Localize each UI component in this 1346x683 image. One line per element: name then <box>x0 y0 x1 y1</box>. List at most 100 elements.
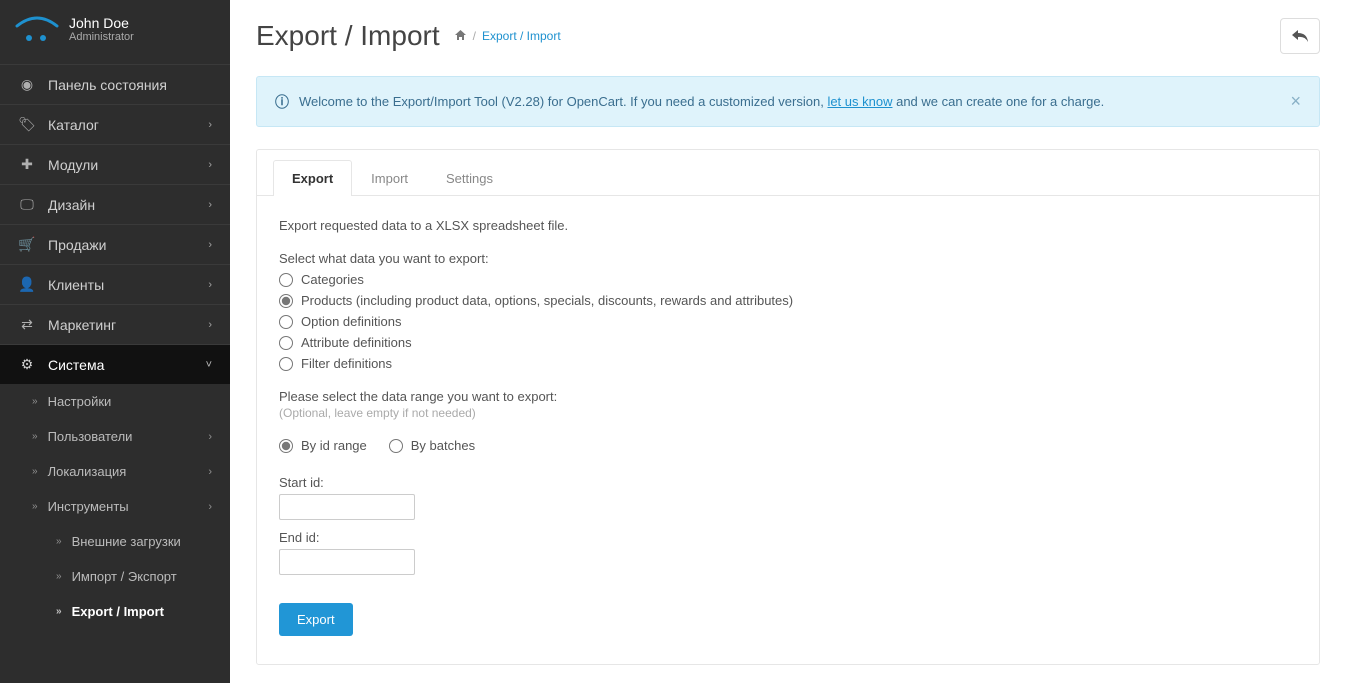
sidebar-item-3[interactable]: 🖵 Дизайн› <box>0 184 230 224</box>
chevron-right-icon: › <box>208 119 212 131</box>
export-option-0: Categories <box>279 272 1297 287</box>
bullet-icon: » <box>32 501 38 512</box>
subsub-item-0[interactable]: » Внешние загрузки <box>0 524 230 559</box>
export-option-radio-0[interactable] <box>279 273 293 287</box>
export-option-radio-2[interactable] <box>279 315 293 329</box>
end-id-input[interactable] <box>279 549 415 575</box>
dashboard-icon: ◉ <box>18 76 36 93</box>
submenu-item-1[interactable]: »Пользователи› <box>0 419 230 454</box>
alert-link[interactable]: let us know <box>827 94 892 109</box>
export-button[interactable]: Export <box>279 603 353 636</box>
user-block: John Doe Administrator <box>69 15 134 43</box>
subsub-label: Внешние загрузки <box>72 534 181 549</box>
sidebar-item-4[interactable]: 🛒Продажи› <box>0 224 230 264</box>
sidebar-item-label: Каталог <box>48 117 208 133</box>
export-option-label: Categories <box>301 272 364 287</box>
export-intro: Export requested data to a XLSX spreadsh… <box>279 218 1297 233</box>
export-options: Categories Products (including product da… <box>279 272 1297 371</box>
sidebar-item-0[interactable]: ◉ Панель состояния <box>0 64 230 104</box>
chevron-right-icon: › <box>208 159 212 171</box>
sidebar-header: John Doe Administrator <box>0 0 230 64</box>
export-option-1: Products (including product data, option… <box>279 293 1297 308</box>
sidebar-item-2[interactable]: ✚Модули› <box>0 144 230 184</box>
subsub-item-1[interactable]: »Импорт / Экспорт <box>0 559 230 594</box>
submenu-item-3[interactable]: »Инструменты› <box>0 489 230 524</box>
end-id-group: End id: <box>279 530 1297 575</box>
info-icon: ⓘ <box>275 92 289 112</box>
submenu-item-2[interactable]: »Локализация› <box>0 454 230 489</box>
main-menu: ◉Панель состояния🏷Каталог›✚Модули›🖵Дизай… <box>0 64 230 629</box>
range-mode-radio-0[interactable] <box>279 439 293 453</box>
bullet-icon: » <box>32 396 38 407</box>
page-header: Export / Import / Export / Import <box>256 18 1320 54</box>
sidebar-item-label: Маркетинг <box>48 317 208 333</box>
subsub-item-2[interactable]: » Export / Import <box>0 594 230 629</box>
export-option-4: Filter definitions <box>279 356 1297 371</box>
bullet-icon: » <box>56 606 62 617</box>
bullet-icon: » <box>32 431 38 442</box>
page-title: Export / Import <box>256 20 440 52</box>
sidebar-item-1[interactable]: 🏷 Каталог› <box>0 104 230 144</box>
export-option-label: Products (including product data, option… <box>301 293 793 308</box>
panel-body: Export requested data to a XLSX spreadsh… <box>257 196 1319 664</box>
tab-import[interactable]: Import <box>352 160 427 196</box>
sidebar-item-label: Панель состояния <box>48 77 212 93</box>
start-id-input[interactable] <box>279 494 415 520</box>
tabs: ExportImportSettings <box>257 150 1319 196</box>
sidebar-item-7[interactable]: ⚙ Система˅ <box>0 344 230 384</box>
subsub-label: Export / Import <box>72 604 164 619</box>
start-id-label: Start id: <box>279 475 1297 490</box>
range-mode-1: By batches <box>389 438 475 453</box>
range-mode-label: By batches <box>411 438 475 453</box>
sidebar: John Doe Administrator ◉ Панель состояния… <box>0 0 230 683</box>
user-name: John Doe <box>69 15 134 31</box>
range-mode-radio-1[interactable] <box>389 439 403 453</box>
chevron-right-icon: › <box>208 319 212 331</box>
sidebar-item-6[interactable]: ⇄Маркетинг› <box>0 304 230 344</box>
sidebar-item-label: Клиенты <box>48 277 208 293</box>
export-option-radio-3[interactable] <box>279 336 293 350</box>
gear-icon: ⚙ <box>18 356 36 373</box>
start-id-group: Start id: <box>279 475 1297 520</box>
submenu-label: Локализация <box>48 464 127 479</box>
sidebar-item-5[interactable]: 👤Клиенты› <box>0 264 230 304</box>
sidebar-item-label: Система <box>48 357 206 373</box>
range-mode-0: By id range <box>279 438 367 453</box>
export-option-3: Attribute definitions <box>279 335 1297 350</box>
end-id-label: End id: <box>279 530 1297 545</box>
sidebar-item-label: Продажи <box>48 237 208 253</box>
export-option-radio-4[interactable] <box>279 357 293 371</box>
chevron-right-icon: › <box>208 501 212 513</box>
monitor-icon: 🖵 <box>18 196 36 213</box>
info-alert: ⓘ Welcome to the Export/Import Tool (V2.… <box>256 76 1320 127</box>
chevron-right-icon: › <box>208 199 212 211</box>
chevron-down-icon: ˅ <box>206 359 212 371</box>
content-area: Export / Import / Export / Import ⓘ Welc… <box>230 0 1346 683</box>
tab-settings[interactable]: Settings <box>427 160 512 196</box>
export-option-radio-1[interactable] <box>279 294 293 308</box>
range-modes: By id range By batches <box>279 432 1297 459</box>
panel: ExportImportSettings Export requested da… <box>256 149 1320 665</box>
bullet-icon: » <box>32 466 38 477</box>
range-mode-label: By id range <box>301 438 367 453</box>
tag-icon: 🏷 <box>18 116 36 133</box>
chevron-right-icon: › <box>208 239 212 251</box>
export-select-section: Select what data you want to export: Cat… <box>279 251 1297 371</box>
breadcrumb-current[interactable]: Export / Import <box>482 29 561 43</box>
puzzle-icon: ✚ <box>18 156 36 173</box>
export-option-label: Attribute definitions <box>301 335 412 350</box>
submenu-label: Пользователи <box>48 429 133 444</box>
home-icon[interactable] <box>454 29 467 44</box>
close-icon[interactable]: × <box>1290 91 1301 112</box>
bullet-icon: » <box>56 536 62 547</box>
back-button[interactable] <box>1280 18 1320 54</box>
range-section: Please select the data range you want to… <box>279 389 1297 575</box>
tab-export[interactable]: Export <box>273 160 352 196</box>
subsub-label: Импорт / Экспорт <box>72 569 177 584</box>
reply-icon <box>1291 29 1309 43</box>
export-option-2: Option definitions <box>279 314 1297 329</box>
submenu-item-0[interactable]: »Настройки <box>0 384 230 419</box>
sidebar-item-label: Дизайн <box>48 197 208 213</box>
breadcrumb-sep: / <box>473 29 476 43</box>
export-option-label: Filter definitions <box>301 356 392 371</box>
